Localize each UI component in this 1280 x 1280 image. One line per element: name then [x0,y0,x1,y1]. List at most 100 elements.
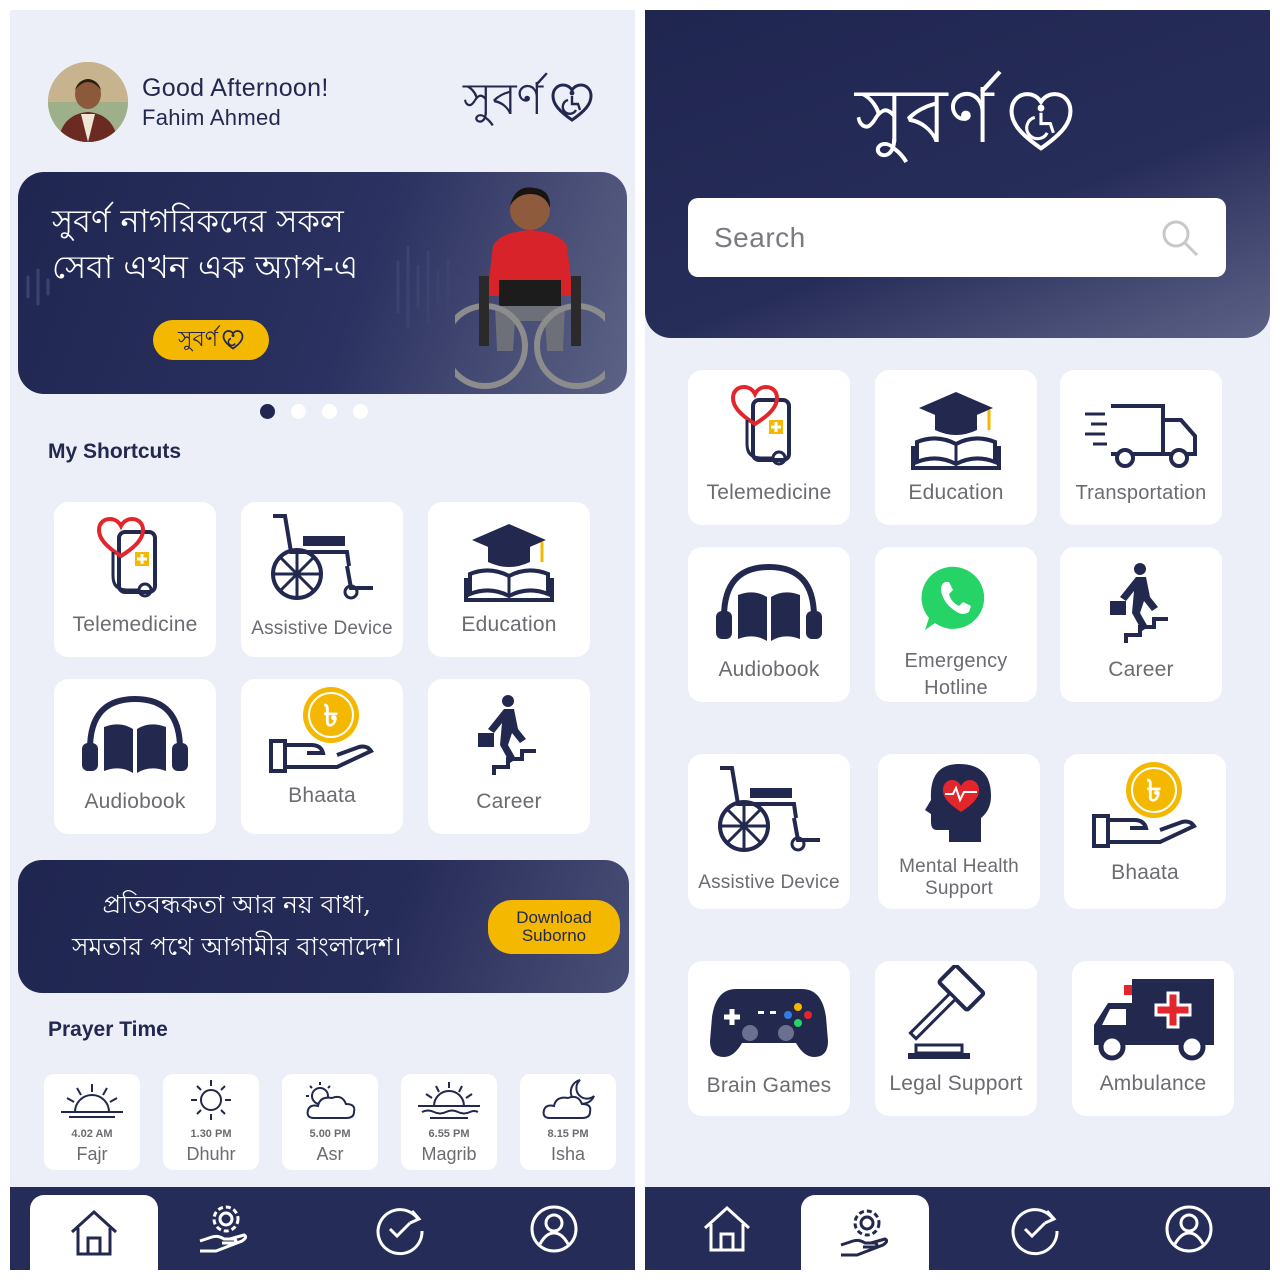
nav-profile[interactable] [1125,1187,1253,1270]
nav-services[interactable] [801,1195,929,1270]
history-icon [1011,1207,1059,1255]
profile-icon [1165,1205,1213,1252]
sunset-icon [418,1082,480,1119]
service-legal-support[interactable]: Legal Support [875,961,1037,1116]
accessibility-heart-icon [222,330,244,350]
search-icon[interactable] [1160,218,1200,258]
prayer-time: 6.55 PM [428,1128,470,1140]
sun-icon [191,1080,231,1120]
home-icon [703,1205,751,1251]
prayer-dhuhr[interactable]: 1.30 PM Dhuhr [163,1074,259,1170]
service-mental-health[interactable]: Mental Health Support [878,754,1040,909]
shortcut-assistive-device[interactable]: Assistive Device [241,502,403,657]
nav-home[interactable] [30,1195,158,1270]
service-label: Audiobook [718,658,820,681]
download-button-label-2: Suborno [521,926,587,945]
prayer-time-title: Prayer Time [48,1018,168,1041]
shortcut-telemedicine[interactable]: Telemedicine [54,502,216,657]
shortcut-label: Audiobook [84,790,186,813]
shortcut-career[interactable]: Career [428,679,590,834]
carousel-dot[interactable] [260,404,275,419]
moon-cloud-icon [542,1079,595,1119]
gavel-icon [908,965,986,1059]
nav-history[interactable] [971,1187,1099,1270]
carousel-dot[interactable] [353,404,368,419]
app-logo: সুবর্ণ [463,66,593,139]
promo-banner[interactable]: সুবর্ণ নাগরিকদের সকল সেবা এখন এক অ্যাপ-এ… [18,172,627,394]
logo-text: সুবর্ণ [463,74,544,125]
wheelchair-icon [271,514,373,600]
prayer-name: Asr [316,1144,344,1164]
career-icon [478,695,536,775]
carousel-dot[interactable] [291,404,306,419]
prayer-magrib[interactable]: 6.55 PM Magrib [401,1074,497,1170]
service-ambulance[interactable]: Ambulance [1072,961,1234,1116]
shortcut-education[interactable]: Education [428,502,590,657]
wheelchair-icon [718,766,820,852]
prayer-name: Magrib [421,1144,477,1164]
bhaata-icon: ৳ [1092,762,1197,848]
prayer-time: 4.02 AM [71,1128,113,1140]
nav-home[interactable] [663,1187,791,1270]
bhaata-icon: ৳ [269,687,374,773]
service-brain-games[interactable]: Brain Games [688,961,850,1116]
prayer-fajr[interactable]: 4.02 AM Fajr [44,1074,140,1170]
services-header: সুবর্ণ [645,10,1270,338]
download-suborno-button[interactable]: Download Suborno [488,900,620,954]
service-label: Emergency Hotline [904,650,1008,699]
career-icon [1110,563,1168,643]
home-icon [70,1209,118,1255]
prayer-name: Dhuhr [186,1144,236,1164]
nav-profile[interactable] [490,1187,618,1270]
prayer-time: 1.30 PM [190,1128,232,1140]
service-label: Transportation [1075,482,1207,504]
pill-text: সুবর্ণ [177,326,219,352]
shortcut-label: Assistive Device [251,618,393,639]
prayer-isha[interactable]: 8.15 PM Isha [520,1074,616,1170]
bottom-navigation [645,1187,1270,1270]
services-icon [199,1205,248,1252]
prayer-asr[interactable]: 5.00 PM Asr [282,1074,378,1170]
carousel-dot[interactable] [322,404,337,419]
avatar[interactable] [48,62,128,142]
education-icon [464,524,554,602]
service-emergency-hotline[interactable]: Emergency Hotline [875,547,1037,702]
banner-logo-pill: সুবর্ণ [153,320,269,360]
service-label: Bhaata [1111,861,1179,884]
logo-text: সুবর্ণ [855,71,994,160]
service-label: Career [1108,658,1174,681]
bottom-navigation [10,1187,635,1270]
promo-line-2: সমতার পথে আগামীর বাংলাদেশ। [72,932,402,961]
history-icon [376,1207,424,1255]
shortcut-bhaata[interactable]: ৳ Bhaata [241,679,403,834]
prayer-name: Isha [550,1144,586,1164]
service-audiobook[interactable]: Audiobook [688,547,850,702]
telemedicine-icon [730,384,791,466]
service-telemedicine[interactable]: Telemedicine [688,370,850,525]
service-label: Assistive Device [698,872,840,893]
nav-services[interactable] [160,1187,288,1270]
service-transportation[interactable]: Transportation [1060,370,1222,525]
phone-icon [921,566,985,630]
shortcut-audiobook[interactable]: Audiobook [54,679,216,834]
prayer-name: Fajr [76,1144,108,1164]
service-assistive-device[interactable]: Assistive Device [688,754,850,909]
service-label: Telemedicine [706,481,832,504]
shortcuts-title: My Shortcuts [48,440,182,463]
service-bhaata[interactable]: ৳ Bhaata [1064,754,1226,909]
service-label: Brain Games [706,1074,832,1097]
banner-line-2: সেবা এখন এক অ্যাপ-এ [52,248,359,286]
telemedicine-icon [96,516,157,598]
sunrise-icon [61,1084,123,1118]
user-name: Fahim Ahmed [142,104,282,130]
nav-history[interactable] [336,1187,464,1270]
service-label: Mental Health Support [899,856,1019,899]
service-career[interactable]: Career [1060,547,1222,702]
greeting-text: Good Afternoon! [142,73,329,102]
svg-text:৳: ৳ [1147,774,1162,809]
service-label: Education [908,481,1004,504]
banner-line-1: সুবর্ণ নাগরিকদের সকল [52,202,344,240]
service-education[interactable]: Education [875,370,1037,525]
search-bar [688,198,1226,277]
search-input[interactable] [714,221,1144,254]
